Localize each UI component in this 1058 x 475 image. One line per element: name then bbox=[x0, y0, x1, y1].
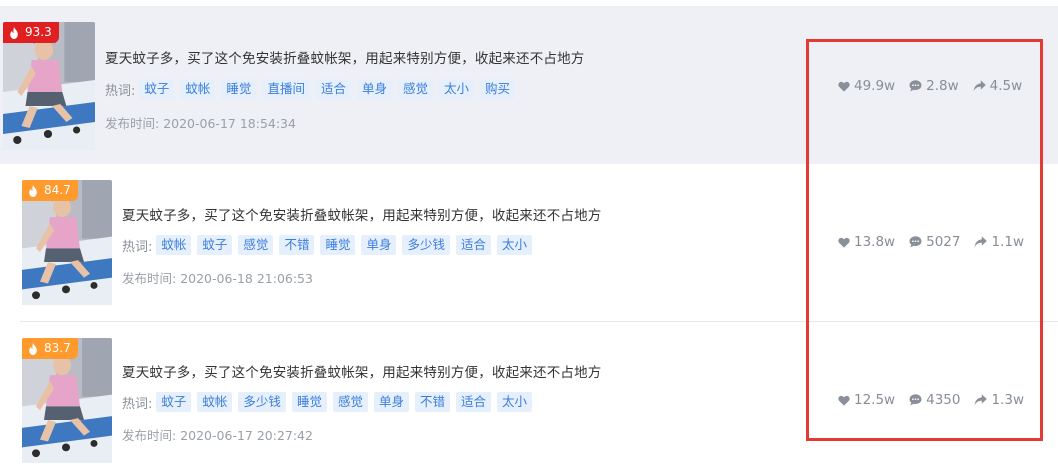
publish-time-label: 发布时间: bbox=[122, 428, 177, 443]
publish-time: 发布时间: 2020-06-17 20:27:42 bbox=[122, 425, 313, 444]
shares-count: 1.3w bbox=[991, 392, 1024, 408]
heart-icon bbox=[838, 81, 850, 92]
hot-word-tag[interactable]: 太小 bbox=[439, 79, 475, 99]
video-title[interactable]: 夏天蚊子多，买了这个免安装折叠蚊帐架，用起来特别方便，收起来还不占地方 bbox=[105, 47, 585, 67]
video-thumbnail[interactable]: 84.7 bbox=[22, 180, 112, 305]
shares-stat: 1.3w bbox=[974, 392, 1024, 408]
share-icon bbox=[974, 394, 987, 406]
hot-word-tag[interactable]: 睡觉 bbox=[320, 235, 356, 255]
hot-word-tag[interactable]: 太小 bbox=[497, 235, 533, 255]
hot-words-row: 热词: 蚊帐 蚊子 感觉 不错 睡觉 单身 多少钱 适合 太小 bbox=[122, 235, 538, 255]
comment-icon bbox=[909, 80, 922, 92]
hot-word-tag[interactable]: 蚊子 bbox=[197, 235, 233, 255]
hot-word-tag[interactable]: 感觉 bbox=[397, 79, 433, 99]
share-icon bbox=[973, 80, 986, 92]
video-list: 93.3 夏天蚊子多，买了这个免安装折叠蚊帐架，用起来特别方便，收起来还不占地方… bbox=[0, 0, 1058, 475]
list-item[interactable]: 84.7 夏天蚊子多，买了这个免安装折叠蚊帐架，用起来特别方便，收起来还不占地方… bbox=[0, 164, 1058, 321]
publish-time-value: 2020-06-17 18:54:34 bbox=[163, 116, 296, 131]
publish-time-label: 发布时间: bbox=[105, 116, 160, 131]
publish-time-value: 2020-06-18 21:06:53 bbox=[180, 271, 313, 286]
likes-stat: 49.9w bbox=[838, 78, 895, 94]
fire-icon bbox=[9, 27, 19, 39]
score-badge: 83.7 bbox=[22, 338, 78, 359]
hot-word-tag[interactable]: 蚊子 bbox=[156, 392, 192, 412]
score-value: 84.7 bbox=[44, 183, 71, 197]
comments-count: 4350 bbox=[926, 392, 961, 408]
likes-count: 13.8w bbox=[854, 234, 896, 250]
comments-stat: 4350 bbox=[909, 392, 960, 408]
comments-count: 2.8w bbox=[926, 78, 959, 94]
publish-time-value: 2020-06-17 20:27:42 bbox=[180, 428, 313, 443]
hot-word-tag[interactable]: 蚊帐 bbox=[180, 79, 216, 99]
hot-word-tag[interactable]: 购买 bbox=[480, 79, 516, 99]
list-item[interactable]: 83.7 夏天蚊子多，买了这个免安装折叠蚊帐架，用起来特别方便，收起来还不占地方… bbox=[0, 321, 1058, 475]
hot-word-tag[interactable]: 蚊子 bbox=[139, 79, 175, 99]
hot-word-tag[interactable]: 适合 bbox=[456, 392, 492, 412]
heart-icon bbox=[838, 395, 850, 406]
hot-words-label: 热词: bbox=[122, 396, 153, 412]
hot-word-tag[interactable]: 适合 bbox=[315, 79, 351, 99]
hot-word-tag[interactable]: 适合 bbox=[456, 235, 492, 255]
publish-time: 发布时间: 2020-06-17 18:54:34 bbox=[105, 113, 296, 132]
video-title[interactable]: 夏天蚊子多，买了这个免安装折叠蚊帐架，用起来特别方便，收起来还不占地方 bbox=[122, 361, 602, 381]
hot-word-tag[interactable]: 不错 bbox=[279, 235, 315, 255]
hot-word-tag[interactable]: 多少钱 bbox=[402, 235, 450, 255]
engagement-stats: 13.8w 5027 1.1w bbox=[838, 234, 1024, 250]
comment-icon bbox=[909, 236, 922, 248]
hot-words-row: 热词: 蚊子 蚊帐 睡觉 直播间 适合 单身 感觉 太小 购买 bbox=[105, 79, 521, 99]
hot-word-tag[interactable]: 多少钱 bbox=[238, 392, 286, 412]
list-item[interactable]: 93.3 夏天蚊子多，买了这个免安装折叠蚊帐架，用起来特别方便，收起来还不占地方… bbox=[0, 6, 1058, 164]
hot-word-tag[interactable]: 直播间 bbox=[262, 79, 310, 99]
comments-stat: 5027 bbox=[909, 234, 960, 250]
hot-words-label: 热词: bbox=[122, 239, 153, 255]
hot-word-tag[interactable]: 蚊帐 bbox=[156, 235, 192, 255]
hot-word-tag[interactable]: 单身 bbox=[356, 79, 392, 99]
hot-words-label: 热词: bbox=[105, 83, 136, 99]
hot-words-row: 热词: 蚊子 蚊帐 多少钱 睡觉 感觉 单身 不错 适合 太小 bbox=[122, 392, 538, 412]
fire-icon bbox=[28, 185, 38, 197]
score-value: 83.7 bbox=[44, 341, 71, 355]
hot-word-tag[interactable]: 感觉 bbox=[238, 235, 274, 255]
score-value: 93.3 bbox=[25, 25, 52, 39]
likes-stat: 12.5w bbox=[838, 392, 895, 408]
hot-word-tag[interactable]: 单身 bbox=[373, 392, 409, 412]
heart-icon bbox=[838, 237, 850, 248]
shares-count: 4.5w bbox=[989, 78, 1023, 94]
engagement-stats: 49.9w 2.8w 4.5w bbox=[838, 78, 1022, 94]
likes-stat: 13.8w bbox=[838, 234, 895, 250]
score-badge: 93.3 bbox=[3, 22, 59, 43]
comment-icon bbox=[909, 394, 922, 406]
hot-word-tag[interactable]: 不错 bbox=[414, 392, 450, 412]
publish-time: 发布时间: 2020-06-18 21:06:53 bbox=[122, 268, 313, 287]
comments-stat: 2.8w bbox=[909, 78, 959, 94]
shares-stat: 4.5w bbox=[973, 78, 1023, 94]
fire-icon bbox=[28, 343, 38, 355]
hot-word-tag[interactable]: 蚊帐 bbox=[197, 392, 233, 412]
publish-time-label: 发布时间: bbox=[122, 271, 177, 286]
video-thumbnail[interactable]: 93.3 bbox=[3, 22, 95, 150]
score-badge: 84.7 bbox=[22, 180, 78, 201]
engagement-stats: 12.5w 4350 1.3w bbox=[838, 392, 1024, 408]
hot-word-tag[interactable]: 睡觉 bbox=[291, 392, 327, 412]
video-title[interactable]: 夏天蚊子多，买了这个免安装折叠蚊帐架，用起来特别方便，收起来还不占地方 bbox=[122, 204, 602, 224]
hot-word-tag[interactable]: 感觉 bbox=[332, 392, 368, 412]
shares-count: 1.1w bbox=[991, 234, 1024, 250]
likes-count: 12.5w bbox=[854, 392, 896, 408]
likes-count: 49.9w bbox=[854, 78, 896, 94]
comments-count: 5027 bbox=[926, 234, 961, 250]
hot-word-tag[interactable]: 单身 bbox=[361, 235, 397, 255]
shares-stat: 1.1w bbox=[974, 234, 1024, 250]
video-thumbnail[interactable]: 83.7 bbox=[22, 338, 112, 463]
share-icon bbox=[974, 236, 987, 248]
hot-word-tag[interactable]: 太小 bbox=[497, 392, 533, 412]
hot-word-tag[interactable]: 睡觉 bbox=[221, 79, 257, 99]
